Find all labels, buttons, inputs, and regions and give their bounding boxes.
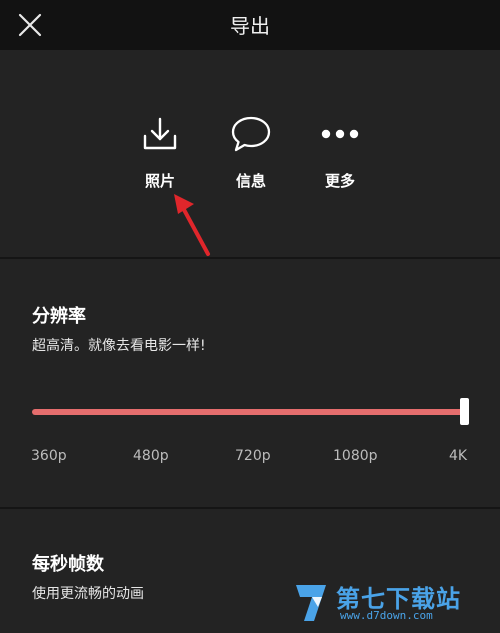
share-more-label: 更多 xyxy=(324,172,355,190)
chat-bubble-icon xyxy=(211,110,291,158)
divider xyxy=(0,507,500,509)
resolution-option-720p[interactable]: 720p xyxy=(235,448,271,464)
watermark-logo-icon xyxy=(296,585,326,621)
resolution-option-360p[interactable]: 360p xyxy=(31,448,67,464)
annotation-arrow xyxy=(174,194,210,256)
watermark-url: www.d7down.com xyxy=(340,609,433,622)
share-photo-label: 照片 xyxy=(144,172,175,190)
page-title: 导出 xyxy=(230,14,270,38)
more-dots-icon xyxy=(300,110,380,158)
resolution-option-4k[interactable]: 4K xyxy=(449,448,467,464)
resolution-option-1080p[interactable]: 1080p xyxy=(333,448,378,464)
resolution-slider-track[interactable] xyxy=(32,409,464,415)
share-photo-button[interactable]: 照片 xyxy=(120,110,200,191)
resolution-section xyxy=(0,259,500,507)
watermark: 第七下载站 www.d7down.com xyxy=(292,579,492,627)
resolution-option-480p[interactable]: 480p xyxy=(133,448,169,464)
top-bar: 导出 xyxy=(0,0,500,50)
download-icon xyxy=(120,110,200,158)
share-message-label: 信息 xyxy=(235,172,266,190)
framerate-title: 每秒帧数 xyxy=(32,554,104,575)
resolution-slider-thumb[interactable] xyxy=(460,398,469,425)
share-more-button[interactable]: 更多 xyxy=(300,110,380,191)
resolution-subtitle: 超高清。就像去看电影一样! xyxy=(32,338,206,354)
share-message-button[interactable]: 信息 xyxy=(211,110,291,191)
resolution-title: 分辨率 xyxy=(32,306,86,327)
share-panel: 照片 信息 更多 xyxy=(0,50,500,256)
framerate-subtitle: 使用更流畅的动画 xyxy=(32,586,144,602)
